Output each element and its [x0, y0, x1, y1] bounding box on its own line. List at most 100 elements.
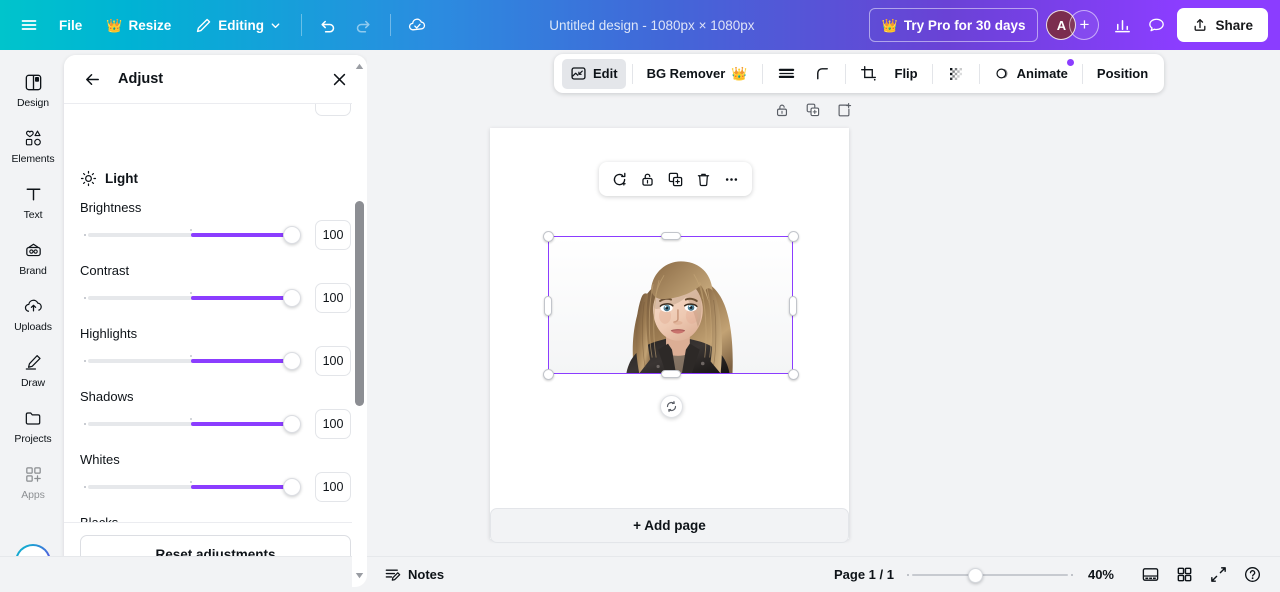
lock-open-icon — [642, 173, 653, 186]
resize-handle-bottom-center[interactable] — [661, 370, 681, 378]
zoom-slider[interactable] — [906, 563, 1074, 587]
slider-thumb[interactable] — [283, 352, 301, 370]
panel-scrollbar-thumb[interactable] — [355, 201, 364, 406]
light-section-header: Light — [80, 170, 351, 187]
undo-button[interactable] — [311, 8, 345, 42]
share-button[interactable]: Share — [1177, 8, 1269, 42]
more-options-button[interactable] — [719, 167, 744, 192]
panel-back-button[interactable] — [78, 65, 106, 93]
animate-button[interactable]: Animate — [986, 58, 1076, 89]
slider-center-tick — [189, 229, 192, 231]
slider-thumb[interactable] — [283, 226, 301, 244]
resize-handle-middle-left[interactable] — [544, 296, 552, 316]
slider-thumb[interactable] — [283, 415, 301, 433]
sidebar-item-draw[interactable]: Draw — [3, 342, 63, 398]
grid-view-button[interactable] — [1170, 561, 1198, 589]
editing-mode-button[interactable]: Editing — [184, 8, 292, 42]
delete-element-button[interactable] — [691, 167, 716, 192]
document-title[interactable]: Untitled design - 1080px × 1080px — [539, 18, 764, 33]
add-collaborator-button[interactable]: + — [1069, 10, 1100, 40]
resize-handle-top-center[interactable] — [661, 232, 681, 240]
resize-handle-bottom-left[interactable] — [542, 368, 554, 380]
resize-handle-top-left[interactable] — [542, 230, 554, 242]
fullscreen-button[interactable] — [1204, 561, 1232, 589]
rotate-replace-icon — [613, 172, 626, 186]
slider-center-tick — [189, 355, 192, 357]
add-page-button-top[interactable] — [832, 98, 856, 122]
contrast-slider[interactable] — [80, 285, 301, 311]
scroll-down-button[interactable] — [352, 568, 367, 583]
resize-handle-top-right[interactable] — [787, 230, 799, 242]
close-x-icon — [333, 73, 345, 85]
slider-center-tick — [189, 292, 192, 294]
shadows-value-input[interactable]: 100 — [315, 409, 351, 439]
scroll-up-arrow-icon — [355, 63, 364, 69]
sidebar-item-design[interactable]: Design — [3, 62, 63, 118]
sidebar-label-uploads: Uploads — [14, 320, 52, 333]
transparency-button[interactable] — [939, 59, 973, 89]
hamburger-menu-button[interactable] — [12, 8, 46, 42]
comments-button[interactable] — [1139, 8, 1173, 42]
whites-value-input[interactable]: 100 — [315, 472, 351, 502]
zoom-slider-thumb[interactable] — [967, 567, 983, 583]
insights-button[interactable] — [1105, 8, 1139, 42]
zoom-level-value[interactable]: 40% — [1088, 567, 1114, 582]
present-button[interactable] — [1136, 561, 1164, 589]
slider-min-tick — [84, 486, 86, 488]
file-menu-button[interactable]: File — [48, 8, 93, 42]
scroll-up-button[interactable] — [352, 59, 367, 74]
slider-row-whites: 100 — [80, 472, 351, 502]
bg-remover-button[interactable]: BG Remover 👑 — [639, 59, 756, 89]
scrolled-offscreen-input[interactable] — [315, 104, 351, 116]
duplicate-page-button[interactable] — [801, 98, 825, 122]
brightness-value-input[interactable]: 100 — [315, 220, 351, 250]
redo-button[interactable] — [347, 8, 381, 42]
slider-thumb[interactable] — [283, 289, 301, 307]
position-label: Position — [1096, 66, 1149, 81]
canvas-stage: Edit BG Remover 👑 Flip Animate Position … — [367, 50, 1280, 556]
rotate-handle[interactable] — [660, 395, 683, 418]
position-button[interactable]: Position — [1089, 59, 1156, 89]
panel-close-button[interactable] — [325, 65, 353, 93]
highlights-slider[interactable] — [80, 348, 301, 374]
try-pro-button[interactable]: 👑 Try Pro for 30 days — [868, 8, 1039, 42]
sidebar-item-brand[interactable]: Brand — [3, 230, 63, 286]
crop-button[interactable] — [852, 59, 885, 89]
selected-image-element[interactable] — [542, 230, 799, 380]
chevron-down-icon — [271, 22, 280, 28]
toolbar-divider — [300, 14, 302, 36]
sidebar-item-apps[interactable]: Apps — [3, 454, 63, 510]
resize-handle-middle-right[interactable] — [789, 296, 797, 316]
add-page-button[interactable]: + Add page — [490, 508, 849, 543]
adjust-button[interactable] — [769, 59, 804, 89]
sidebar-label-elements: Elements — [11, 152, 55, 165]
help-button[interactable] — [1238, 561, 1266, 589]
top-toolbar: File 👑 Resize Editing Untitled design - … — [0, 0, 1280, 50]
resize-handle-bottom-right[interactable] — [787, 368, 799, 380]
duplicate-element-button[interactable] — [663, 167, 688, 192]
edit-label: Edit — [593, 66, 618, 81]
lock-element-button[interactable] — [635, 167, 660, 192]
adjust-panel: Adjust Light Brightness 100 Contrast 100… — [64, 55, 367, 587]
resize-button[interactable]: 👑 Resize — [95, 8, 182, 42]
edit-image-button[interactable]: Edit — [562, 58, 626, 89]
rounded-corner-button[interactable] — [806, 59, 839, 89]
flip-button[interactable]: Flip — [887, 59, 926, 89]
sidebar-label-projects: Projects — [14, 432, 52, 445]
lock-page-button[interactable] — [770, 98, 794, 122]
sidebar-item-projects[interactable]: Projects — [3, 398, 63, 454]
fullscreen-expand-icon — [1210, 567, 1226, 582]
sidebar-item-elements[interactable]: Elements — [3, 118, 63, 174]
cloud-saved-button[interactable] — [400, 8, 435, 42]
notes-button[interactable]: Notes — [376, 561, 452, 589]
contrast-value-input[interactable]: 100 — [315, 283, 351, 313]
whites-slider[interactable] — [80, 474, 301, 500]
highlights-value-input[interactable]: 100 — [315, 346, 351, 376]
panel-scrollbar[interactable] — [352, 55, 367, 587]
shadows-slider[interactable] — [80, 411, 301, 437]
slider-thumb[interactable] — [283, 478, 301, 496]
sidebar-item-text[interactable]: Text — [3, 174, 63, 230]
sidebar-item-uploads[interactable]: Uploads — [3, 286, 63, 342]
brightness-slider[interactable] — [80, 222, 301, 248]
replace-image-button[interactable] — [607, 167, 632, 192]
